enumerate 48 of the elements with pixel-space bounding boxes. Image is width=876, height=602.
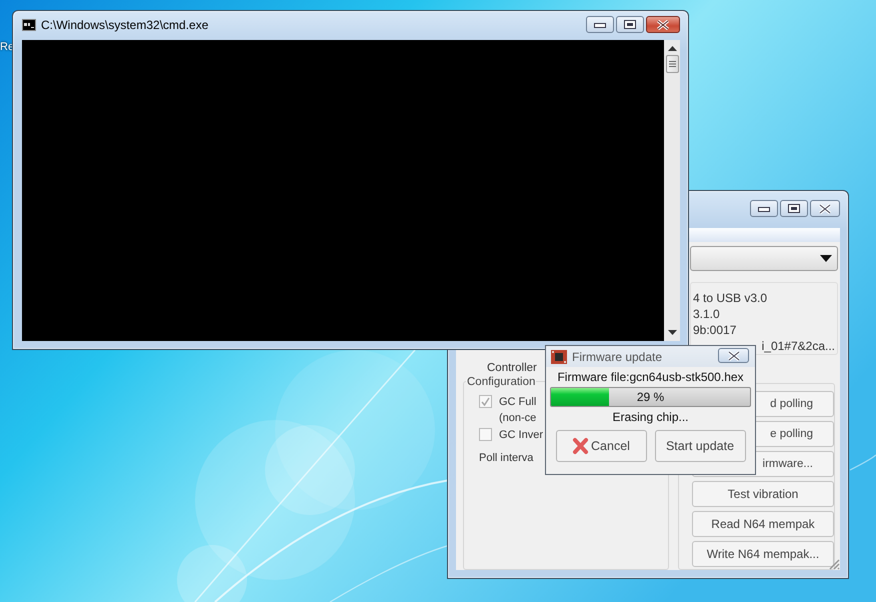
option-label: (non-ce	[499, 410, 536, 426]
file-label: Firmware file:gcn64usb-stk500.hex	[557, 370, 744, 384]
minimize-button[interactable]	[586, 16, 614, 33]
maximize-button[interactable]	[780, 200, 808, 217]
minimize-icon	[594, 22, 606, 28]
action-button[interactable]: Test vibration	[692, 480, 834, 507]
close-icon	[728, 350, 740, 360]
checkbox[interactable]	[479, 428, 492, 441]
close-button[interactable]	[718, 348, 749, 363]
controller-label: Controller	[487, 360, 537, 376]
action-button[interactable]: Write N64 mempak...	[692, 540, 834, 567]
info-text: 3.1.0	[693, 306, 720, 322]
info-text: i_01#7&2ca...	[762, 338, 835, 354]
option-label: GC Full	[499, 394, 536, 410]
device-dropdown[interactable]	[690, 246, 838, 271]
minimize-button[interactable]	[750, 200, 778, 217]
close-icon	[657, 20, 669, 30]
grip-icon	[668, 61, 676, 67]
console-icon	[22, 19, 36, 31]
board-icon	[550, 348, 568, 364]
info-text: 4 to USB v3.0	[693, 290, 768, 306]
close-button[interactable]	[646, 16, 680, 33]
window-title: C:\Windows\system32\cmd.exe	[41, 18, 208, 32]
maximize-button[interactable]	[616, 16, 644, 33]
minimize-icon	[758, 206, 770, 212]
cross-icon	[572, 437, 590, 455]
dialog-title: Firmware update	[572, 350, 662, 364]
status-text: Erasing chip...	[612, 410, 689, 424]
group-title: Configuration	[466, 376, 536, 388]
poll-interval-label: Poll interva	[479, 452, 534, 464]
maximize-icon	[788, 204, 800, 213]
close-icon	[819, 204, 831, 214]
down-arrow-icon[interactable]	[668, 330, 676, 335]
start-update-button[interactable]: Start update	[654, 430, 746, 462]
resize-grip-icon[interactable]	[828, 558, 840, 570]
action-button[interactable]: Read N64 mempak	[692, 510, 834, 537]
desktop-icon-label[interactable]: Re	[0, 41, 14, 53]
info-text: 9b:0017	[693, 322, 736, 338]
progress-reading: 29 %	[636, 390, 664, 404]
scrollbar[interactable]	[664, 40, 680, 341]
checkbox[interactable]	[479, 394, 492, 408]
option-label: GC Inver	[499, 428, 544, 443]
maximize-icon	[624, 20, 636, 29]
up-arrow-icon[interactable]	[668, 46, 676, 51]
cancel-button[interactable]: Cancel	[556, 430, 646, 462]
scroll-thumb[interactable]	[666, 55, 678, 73]
dropdown-arrow-icon	[820, 254, 832, 262]
checkmark-icon	[481, 396, 490, 406]
